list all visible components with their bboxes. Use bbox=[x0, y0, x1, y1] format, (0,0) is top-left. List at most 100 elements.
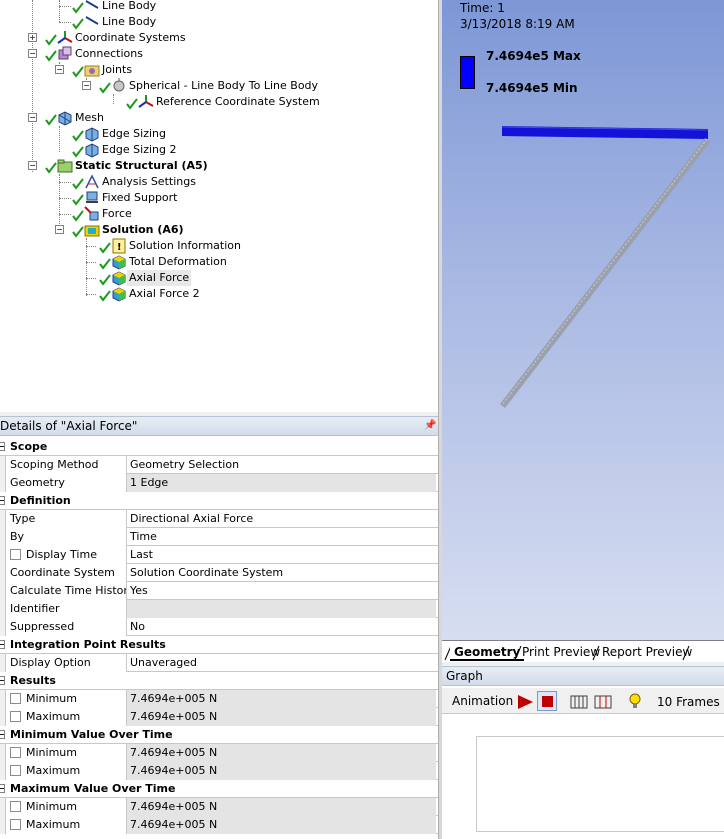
display-time-value[interactable]: Last bbox=[127, 546, 436, 564]
tree-item-label: Connections bbox=[75, 47, 143, 60]
distributed-frames-icon[interactable] bbox=[570, 693, 588, 711]
model-geometry[interactable] bbox=[442, 0, 724, 640]
time-label: Time: 1 bbox=[460, 1, 505, 15]
collapse-icon[interactable]: − bbox=[28, 161, 37, 170]
row-results-maximum[interactable]: Maximum 7.4694e+005 N bbox=[0, 708, 438, 726]
by-value[interactable]: Time bbox=[127, 528, 436, 546]
collapse-icon[interactable]: − bbox=[28, 49, 37, 58]
legend-color-bar[interactable] bbox=[460, 56, 475, 89]
row-results-minimum[interactable]: Minimum 7.4694e+005 N bbox=[0, 690, 438, 708]
check-icon bbox=[72, 194, 84, 206]
parameter-checkbox[interactable] bbox=[10, 765, 21, 776]
collapse-icon[interactable]: − bbox=[55, 65, 64, 74]
parameter-checkbox[interactable] bbox=[10, 819, 21, 830]
tree-item-mesh[interactable]: − Mesh bbox=[0, 110, 300, 126]
parameter-checkbox[interactable] bbox=[10, 747, 21, 758]
scoping-method-value[interactable]: Geometry Selection bbox=[127, 456, 436, 474]
identifier-input[interactable] bbox=[127, 600, 436, 618]
parameter-checkbox[interactable] bbox=[10, 801, 21, 812]
row-calculate-time-history[interactable]: Calculate Time History Yes bbox=[0, 582, 438, 600]
row-min-over-time-maximum[interactable]: Maximum 7.4694e+005 N bbox=[0, 762, 438, 780]
tree-item-edge-sizing[interactable]: Edge Sizing bbox=[0, 126, 300, 142]
calculate-time-history-value[interactable]: Yes bbox=[127, 582, 436, 600]
type-value[interactable]: Directional Axial Force bbox=[127, 510, 436, 528]
suppressed-value[interactable]: No bbox=[127, 618, 436, 636]
section-results[interactable]: − Results bbox=[0, 672, 438, 690]
row-scoping-method[interactable]: Scoping Method Geometry Selection bbox=[0, 456, 438, 474]
tree-item-reference-coordinate-system[interactable]: Reference Coordinate System bbox=[0, 94, 320, 110]
tree-item-coordinate-systems[interactable]: + Coordinate Systems bbox=[0, 30, 300, 46]
collapse-icon[interactable]: − bbox=[82, 81, 91, 90]
graph-plot-area[interactable] bbox=[476, 736, 724, 832]
lightbulb-icon[interactable] bbox=[628, 692, 642, 710]
section-scope[interactable]: − Scope bbox=[0, 438, 438, 456]
animation-label: Animation bbox=[452, 694, 514, 708]
section-maximum-value-over-time[interactable]: − Maximum Value Over Time bbox=[0, 780, 438, 798]
details-table: − Scope Scoping Method Geometry Selectio… bbox=[0, 438, 438, 834]
tree-item-axial-force-2[interactable]: Axial Force 2 bbox=[0, 286, 300, 302]
collapse-icon[interactable]: − bbox=[28, 113, 37, 122]
tree-item-line-body-2[interactable]: Line Body bbox=[0, 14, 300, 30]
row-identifier[interactable]: Identifier bbox=[0, 600, 438, 618]
max-over-time-minimum-value: 7.4694e+005 N bbox=[127, 798, 436, 816]
row-coordinate-system[interactable]: Coordinate System Solution Coordinate Sy… bbox=[0, 564, 438, 582]
parameter-checkbox[interactable] bbox=[10, 549, 21, 560]
collapse-icon[interactable]: − bbox=[0, 784, 5, 793]
row-suppressed[interactable]: Suppressed No bbox=[0, 618, 438, 636]
pin-icon[interactable]: 📌 bbox=[424, 420, 436, 432]
tree-item-spherical-joint[interactable]: − Spherical - Line Body To Line Body bbox=[0, 78, 320, 94]
section-definition[interactable]: − Definition bbox=[0, 492, 438, 510]
collapse-icon[interactable]: − bbox=[55, 225, 64, 234]
stop-button[interactable] bbox=[537, 691, 557, 711]
row-min-over-time-minimum[interactable]: Minimum 7.4694e+005 N bbox=[0, 744, 438, 762]
frames-dropdown[interactable]: 10 Frames bbox=[654, 692, 721, 710]
section-minimum-value-over-time[interactable]: − Minimum Value Over Time bbox=[0, 726, 438, 744]
tree-item-force[interactable]: Force bbox=[0, 206, 300, 222]
collapse-icon[interactable]: − bbox=[0, 730, 5, 739]
force-icon bbox=[84, 206, 99, 221]
row-geometry[interactable]: Geometry 1 Edge bbox=[0, 474, 438, 492]
section-integration-point-results[interactable]: − Integration Point Results bbox=[0, 636, 438, 654]
outline-tree[interactable]: Line Body Line Body + Coordinate Systems… bbox=[0, 0, 438, 412]
collapse-icon[interactable]: − bbox=[0, 442, 5, 451]
tree-item-edge-sizing-2[interactable]: Edge Sizing 2 bbox=[0, 142, 300, 158]
tree-item-joints[interactable]: − Joints bbox=[0, 62, 300, 78]
row-display-time[interactable]: Display Time Last bbox=[0, 546, 438, 564]
solution-icon bbox=[84, 225, 100, 237]
geometry-value[interactable]: 1 Edge bbox=[127, 474, 436, 492]
line-body-icon bbox=[85, 0, 99, 9]
min-over-time-maximum-value: 7.4694e+005 N bbox=[127, 762, 436, 780]
expand-icon[interactable]: + bbox=[28, 33, 37, 42]
row-max-over-time-maximum[interactable]: Maximum 7.4694e+005 N bbox=[0, 816, 438, 834]
collapse-icon[interactable]: − bbox=[0, 496, 5, 505]
tree-item-static-structural[interactable]: − Static Structural (A5) bbox=[0, 158, 300, 174]
coordinate-system-value[interactable]: Solution Coordinate System bbox=[127, 564, 436, 582]
check-icon bbox=[126, 98, 138, 110]
tree-item-connections[interactable]: − Connections bbox=[0, 46, 300, 62]
svg-text:!: ! bbox=[117, 242, 122, 253]
parameter-checkbox[interactable] bbox=[10, 711, 21, 722]
tree-item-axial-force[interactable]: Axial Force bbox=[0, 270, 300, 286]
collapse-icon[interactable]: − bbox=[0, 676, 5, 685]
check-icon bbox=[45, 50, 57, 62]
tree-item-fixed-support[interactable]: Fixed Support bbox=[0, 190, 300, 206]
row-display-option[interactable]: Display Option Unaveraged bbox=[0, 654, 438, 672]
tree-item-solution-information[interactable]: ! Solution Information bbox=[0, 238, 300, 254]
tree-item-label: Edge Sizing 2 bbox=[102, 143, 177, 156]
tree-item-total-deformation[interactable]: Total Deformation bbox=[0, 254, 300, 270]
tree-item-line-body-1[interactable]: Line Body bbox=[0, 0, 300, 14]
result-sets-icon[interactable] bbox=[594, 693, 612, 711]
details-panel: Details of "Axial Force" 📌 − Scope Scopi… bbox=[0, 416, 438, 839]
tree-item-analysis-settings[interactable]: Analysis Settings bbox=[0, 174, 300, 190]
display-option-value[interactable]: Unaveraged bbox=[127, 654, 436, 672]
row-type[interactable]: Type Directional Axial Force bbox=[0, 510, 438, 528]
parameter-checkbox[interactable] bbox=[10, 693, 21, 704]
check-icon bbox=[99, 274, 111, 286]
graphics-viewport[interactable]: Time: 1 3/13/2018 8:19 AM 7.4694e5 Max 7… bbox=[442, 0, 724, 640]
collapse-icon[interactable]: − bbox=[0, 640, 5, 649]
row-max-over-time-minimum[interactable]: Minimum 7.4694e+005 N bbox=[0, 798, 438, 816]
coordinate-system-icon bbox=[57, 31, 73, 44]
tree-item-solution[interactable]: − Solution (A6) bbox=[0, 222, 300, 238]
row-by[interactable]: By Time bbox=[0, 528, 438, 546]
play-icon[interactable] bbox=[516, 693, 534, 711]
